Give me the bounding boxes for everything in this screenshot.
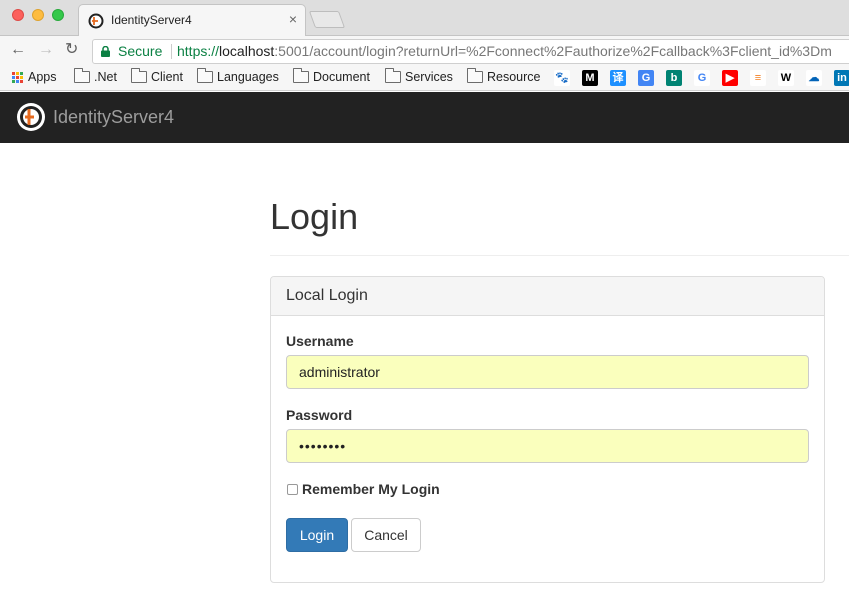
identityserver-favicon-icon — [88, 13, 104, 29]
wikipedia-icon[interactable]: W — [778, 70, 794, 86]
bookmark-folder-document[interactable]: Document — [293, 68, 370, 84]
url-text: https://localhost:5001/account/login?ret… — [177, 40, 832, 63]
remember-login-label[interactable]: Remember My Login — [302, 481, 440, 497]
address-separator — [171, 44, 172, 59]
panel-title: Local Login — [286, 287, 368, 304]
page-title: Login — [270, 196, 359, 237]
bookmark-folder-client[interactable]: Client — [131, 68, 183, 84]
username-input[interactable] — [286, 355, 809, 389]
password-label: Password — [286, 407, 353, 423]
bookmark-folder-languages[interactable]: Languages — [197, 68, 279, 84]
username-label: Username — [286, 333, 354, 349]
maximize-window-button[interactable] — [52, 9, 64, 21]
folder-icon — [197, 68, 213, 83]
stackoverflow-icon[interactable]: ≡ — [750, 70, 766, 86]
address-bar[interactable]: Secure https://localhost:5001/account/lo… — [92, 39, 849, 64]
bookmark-folder-label: Document — [313, 70, 370, 84]
bookmark-apps-label: Apps — [28, 70, 57, 84]
folder-icon — [131, 68, 147, 83]
new-tab-button[interactable] — [308, 11, 346, 28]
remember-login-checkbox[interactable] — [287, 484, 298, 495]
bookmark-folder-label: Languages — [217, 70, 279, 84]
title-divider — [270, 255, 849, 256]
linkedin-icon[interactable]: in — [834, 70, 849, 86]
bookmark-folder-label: Resource — [487, 70, 541, 84]
navbar-brand[interactable]: IdentityServer4 — [53, 107, 174, 128]
bing-icon[interactable]: b — [666, 70, 682, 86]
apps-grid-icon — [12, 71, 23, 83]
bookmarks-bar: Apps .Net Client Languages Document Serv… — [0, 66, 849, 91]
baidu-icon[interactable]: 🐾 — [554, 70, 570, 86]
local-login-panel: Local Login Username Password Remember M… — [270, 276, 825, 583]
url-path: :5001/account/login?returnUrl=%2Fconnect… — [274, 43, 832, 59]
browser-tab[interactable]: IdentityServer4 × — [78, 4, 306, 37]
site-navbar: IdentityServer4 — [0, 92, 849, 143]
bookmark-folder-label: Services — [405, 70, 453, 84]
minimize-window-button[interactable] — [32, 9, 44, 21]
panel-heading: Local Login — [271, 277, 824, 316]
folder-icon — [385, 68, 401, 83]
google-translate-icon[interactable]: G — [638, 70, 654, 86]
bookmark-folder-resource[interactable]: Resource — [467, 68, 541, 84]
password-input[interactable] — [286, 429, 809, 463]
cancel-button[interactable]: Cancel — [351, 518, 421, 552]
bookmark-folder-label: Client — [151, 70, 183, 84]
youdao-icon[interactable]: 译 — [610, 70, 626, 86]
bookmark-apps[interactable]: Apps — [12, 70, 57, 84]
bookmark-folder-label: .Net — [94, 70, 117, 84]
folder-icon — [293, 68, 309, 83]
folder-icon — [467, 68, 483, 83]
url-host: localhost — [219, 43, 275, 59]
medium-icon[interactable]: M — [582, 70, 598, 86]
back-arrow-icon[interactable]: ← — [10, 42, 26, 58]
onedrive-icon[interactable]: ☁ — [806, 70, 822, 86]
url-scheme: https:// — [177, 43, 220, 59]
tab-close-icon[interactable]: × — [289, 11, 297, 27]
google-icon[interactable]: G — [694, 70, 710, 86]
browser-toolbar: ← → ↻ Secure https://localhost:5001/acco… — [0, 36, 849, 66]
youtube-icon[interactable]: ▶ — [722, 70, 738, 86]
secure-label: Secure — [118, 43, 163, 59]
forward-arrow-icon[interactable]: → — [38, 42, 54, 58]
folder-icon — [74, 68, 90, 83]
bookmark-folder-net[interactable]: .Net — [74, 68, 117, 84]
tab-title: IdentityServer4 — [111, 13, 192, 27]
close-window-button[interactable] — [12, 9, 24, 21]
lock-icon — [101, 46, 110, 57]
browser-tabstrip: IdentityServer4 × — [0, 0, 849, 37]
login-button[interactable]: Login — [286, 518, 348, 552]
reload-icon[interactable]: ↻ — [65, 42, 78, 58]
identityserver-logo-icon[interactable] — [16, 102, 46, 132]
bookmark-folder-services[interactable]: Services — [385, 68, 453, 84]
